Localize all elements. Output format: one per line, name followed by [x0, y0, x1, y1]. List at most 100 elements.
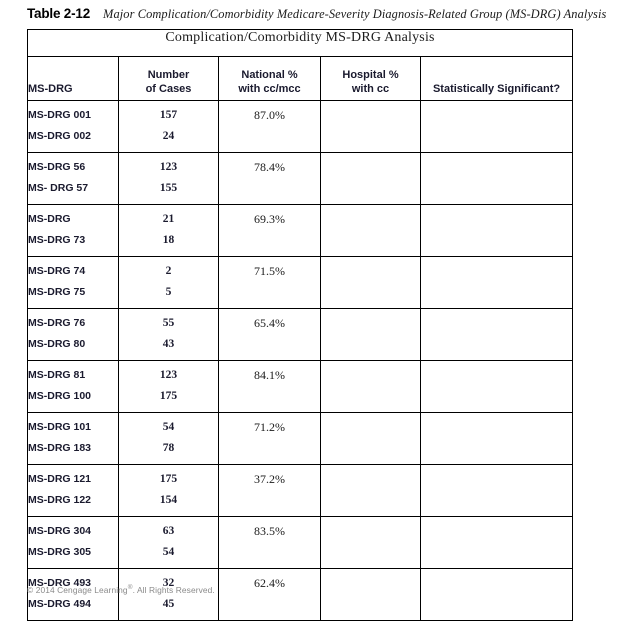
- cases-value-secondary: 175: [159, 390, 178, 402]
- cell-ms-drg: MS-DRG 76 MS-DRG 80: [27, 308, 119, 361]
- ms-drg-value-primary: MS-DRG 56: [28, 161, 86, 173]
- column-header-number-of-cases-line1: Number: [147, 69, 190, 81]
- cases-value-secondary: 5: [165, 286, 172, 298]
- cell-ms-drg: MS-DRG 81 MS-DRG 100: [27, 360, 119, 413]
- cases-value-primary: 21: [162, 213, 175, 225]
- cases-value-secondary: 45: [162, 598, 175, 610]
- column-header-national-pct-line2: with cc/mcc: [238, 82, 301, 95]
- column-header-hospital-pct-line2: with cc: [351, 82, 390, 95]
- cell-national-pct: 71.2%: [218, 412, 321, 465]
- ms-drg-value-secondary: MS-DRG 122: [28, 494, 92, 506]
- cell-ms-drg: MS-DRG 56 MS- DRG 57: [27, 152, 119, 205]
- cell-statistically-significant[interactable]: [419, 516, 574, 569]
- cases-value-primary: 63: [162, 525, 175, 537]
- cases-value-primary: 2: [165, 265, 172, 277]
- table-caption: Table 2-12 Major Complication/Comorbidity…: [27, 5, 607, 23]
- ms-drg-value-primary: MS-DRG 121: [28, 473, 92, 485]
- cell-number-of-cases: 123 155: [118, 152, 219, 205]
- cases-value-primary: 54: [162, 421, 175, 433]
- cases-value-primary: 123: [159, 369, 178, 381]
- ms-drg-value-primary: MS-DRG 74: [28, 265, 86, 277]
- cell-ms-drg: MS-DRG 304 MS-DRG 305: [27, 516, 119, 569]
- ms-drg-value-secondary: MS-DRG 80: [28, 338, 86, 350]
- cell-hospital-pct[interactable]: [320, 256, 421, 309]
- cell-ms-drg: MS-DRG 101 MS-DRG 183: [27, 412, 119, 465]
- column-header-hospital-pct: Hospital % with cc: [320, 56, 421, 101]
- cell-national-pct: 62.4%: [218, 568, 321, 621]
- cell-statistically-significant[interactable]: [419, 152, 574, 205]
- table-row: MS-DRG 56 MS- DRG 57 123 155 78.4%: [27, 152, 574, 205]
- cell-statistically-significant[interactable]: [419, 464, 574, 517]
- cases-value-secondary: 24: [162, 130, 175, 142]
- table-row: MS-DRG 001 MS-DRG 002 157 24 87.0%: [27, 100, 574, 153]
- column-header-hospital-pct-line1: Hospital %: [342, 69, 399, 81]
- cell-hospital-pct[interactable]: [320, 152, 421, 205]
- ms-drg-value-primary: MS-DRG 81: [28, 369, 86, 381]
- cases-value-secondary: 155: [159, 182, 178, 194]
- cases-value-secondary: 78: [162, 442, 175, 454]
- cell-hospital-pct[interactable]: [320, 464, 421, 517]
- cell-hospital-pct[interactable]: [320, 360, 421, 413]
- table-row: MS-DRG 81 MS-DRG 100 123 175 84.1%: [27, 360, 574, 413]
- cell-hospital-pct[interactable]: [320, 100, 421, 153]
- cases-value-secondary: 18: [162, 234, 175, 246]
- cell-hospital-pct[interactable]: [320, 412, 421, 465]
- table-row: MS-DRG 76 MS-DRG 80 55 43 65.4%: [27, 308, 574, 361]
- cell-national-pct: 37.2%: [218, 464, 321, 517]
- ms-drg-value-primary: MS-DRG 001: [28, 109, 92, 121]
- table-row: MS-DRG 304 MS-DRG 305 63 54 83.5%: [27, 516, 574, 569]
- cell-national-pct: 78.4%: [218, 152, 321, 205]
- cell-statistically-significant[interactable]: [419, 360, 574, 413]
- cell-statistically-significant[interactable]: [419, 204, 574, 257]
- cell-national-pct: 83.5%: [218, 516, 321, 569]
- ms-drg-value-secondary: MS- DRG 57: [28, 182, 89, 194]
- cell-number-of-cases: 54 78: [118, 412, 219, 465]
- cell-hospital-pct[interactable]: [320, 516, 421, 569]
- cell-statistically-significant[interactable]: [419, 568, 574, 621]
- cell-ms-drg: MS-DRG MS-DRG 73: [27, 204, 119, 257]
- cell-statistically-significant[interactable]: [419, 100, 574, 153]
- ms-drg-value-secondary: MS-DRG 73: [28, 234, 86, 246]
- cell-number-of-cases: 63 54: [118, 516, 219, 569]
- column-header-statistically-significant-line1: Statistically Significant?: [432, 82, 561, 95]
- cases-value-primary: 157: [159, 109, 178, 121]
- cell-hospital-pct[interactable]: [320, 204, 421, 257]
- cases-value-secondary: 54: [162, 546, 175, 558]
- cell-number-of-cases: 21 18: [118, 204, 219, 257]
- cell-number-of-cases: 123 175: [118, 360, 219, 413]
- ms-drg-value-primary: MS-DRG 304: [28, 525, 92, 537]
- table-banner-title: Complication/Comorbidity MS-DRG Analysis: [26, 29, 574, 57]
- cell-statistically-significant[interactable]: [419, 308, 574, 361]
- column-header-ms-drg-line1: MS-DRG: [28, 82, 73, 95]
- ms-drg-value-secondary: MS-DRG 494: [28, 598, 92, 610]
- table-row: MS-DRG 74 MS-DRG 75 2 5 71.5%: [27, 256, 574, 309]
- cell-hospital-pct[interactable]: [320, 568, 421, 621]
- ms-drg-value-secondary: MS-DRG 305: [28, 546, 92, 558]
- cell-national-pct: 65.4%: [218, 308, 321, 361]
- cell-national-pct: 69.3%: [218, 204, 321, 257]
- copyright-text-after: . All Rights Reserved.: [132, 584, 215, 595]
- table-row: MS-DRG 101 MS-DRG 183 54 78 71.2%: [27, 412, 574, 465]
- table-banner-row: Complication/Comorbidity MS-DRG Analysis: [26, 29, 574, 57]
- ms-drg-value-primary: MS-DRG 101: [28, 421, 92, 433]
- cases-value-primary: 175: [159, 473, 178, 485]
- copyright-notice: © 2014 Cengage Learning®. All Rights Res…: [27, 584, 215, 595]
- cell-ms-drg: MS-DRG 001 MS-DRG 002: [27, 100, 119, 153]
- cell-statistically-significant[interactable]: [419, 412, 574, 465]
- drg-analysis-table: Complication/Comorbidity MS-DRG Analysis…: [26, 29, 574, 621]
- table-row: MS-DRG MS-DRG 73 21 18 69.3%: [27, 204, 574, 257]
- cell-number-of-cases: 55 43: [118, 308, 219, 361]
- cell-hospital-pct[interactable]: [320, 308, 421, 361]
- table-row: MS-DRG 121 MS-DRG 122 175 154 37.2%: [27, 464, 574, 517]
- cell-statistically-significant[interactable]: [419, 256, 574, 309]
- column-header-statistically-significant: Statistically Significant?: [419, 56, 574, 101]
- column-header-number-of-cases-line2: of Cases: [145, 82, 192, 95]
- table-caption-label: Table 2-12: [27, 6, 91, 21]
- cell-number-of-cases: 157 24: [118, 100, 219, 153]
- drg-analysis-table-container: Complication/Comorbidity MS-DRG Analysis…: [26, 29, 574, 621]
- cases-value-secondary: 154: [159, 494, 178, 506]
- column-header-national-pct: National % with cc/mcc: [218, 56, 321, 101]
- cases-value-secondary: 43: [162, 338, 175, 350]
- cell-national-pct: 84.1%: [218, 360, 321, 413]
- column-header-ms-drg: MS-DRG: [27, 56, 119, 101]
